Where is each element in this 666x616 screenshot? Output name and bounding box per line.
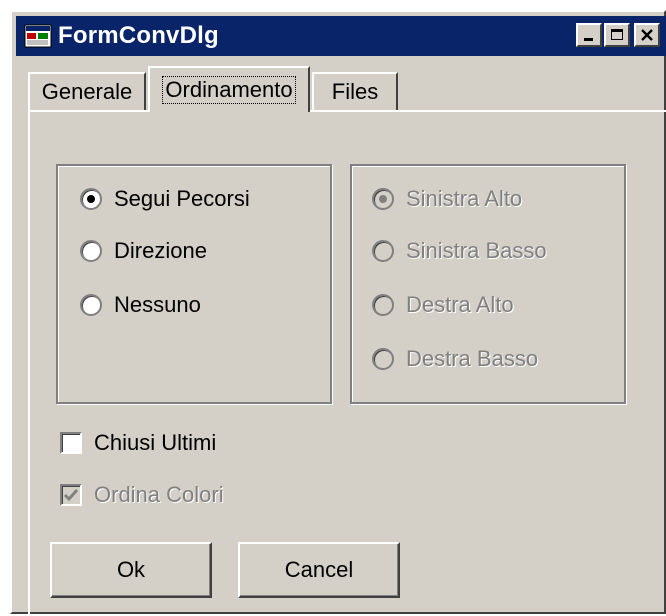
ok-button[interactable]: Ok — [50, 542, 212, 598]
radio-button[interactable] — [80, 240, 102, 262]
radio-label: Segui Pecorsi — [114, 186, 250, 211]
tab-ordinamento[interactable]: Ordinamento — [148, 66, 310, 112]
radio-button[interactable] — [80, 188, 102, 210]
dialog-window: FormConvDlg Generale Ordinamento Files S… — [10, 10, 666, 616]
radio-destra-alto[interactable]: Destra Alto — [372, 292, 514, 318]
close-button[interactable] — [634, 23, 660, 47]
checkbox-box[interactable] — [60, 484, 82, 506]
tab-files[interactable]: Files — [312, 72, 398, 110]
radio-segui-pecorsi[interactable]: Segui Pecorsi — [80, 186, 250, 212]
radio-destra-basso[interactable]: Destra Basso — [372, 346, 538, 372]
radio-label: Destra Alto — [406, 292, 514, 317]
checkbox-label: Ordina Colori — [94, 482, 224, 507]
tab-label: Ordinamento — [162, 76, 296, 104]
minimize-button[interactable] — [576, 23, 602, 47]
radio-button[interactable] — [372, 348, 394, 370]
maximize-icon — [611, 29, 623, 40]
radio-dot — [379, 195, 387, 203]
radio-button[interactable] — [372, 240, 394, 262]
radio-nessuno[interactable]: Nessuno — [80, 292, 201, 318]
window-title: FormConvDlg — [58, 22, 219, 49]
checkbox-ordina-colori[interactable]: Ordina Colori — [60, 482, 224, 508]
close-icon — [641, 29, 653, 41]
radio-label: Destra Basso — [406, 346, 539, 371]
tab-label: Generale — [41, 79, 133, 104]
tab-generale[interactable]: Generale — [28, 72, 146, 110]
radio-label: Direzione — [114, 238, 207, 263]
checkbox-box[interactable] — [60, 432, 82, 454]
cancel-button[interactable]: Cancel — [238, 542, 400, 598]
tab-page-ordinamento: Segui Pecorsi Direzione Nessuno Sinistra… — [28, 110, 666, 616]
cancel-button-label: Cancel — [284, 557, 354, 582]
checkbox-label: Chiusi Ultimi — [94, 430, 217, 455]
radio-direzione[interactable]: Direzione — [80, 238, 207, 264]
radio-label: Nessuno — [114, 292, 201, 317]
checkmark-icon — [63, 489, 79, 502]
maximize-button[interactable] — [604, 23, 630, 47]
radio-button[interactable] — [372, 294, 394, 316]
radio-button[interactable] — [80, 294, 102, 316]
radio-button[interactable] — [372, 188, 394, 210]
radio-label: Sinistra Basso — [406, 238, 547, 263]
radio-label: Sinistra Alto — [406, 186, 523, 211]
tab-label: Files — [331, 79, 379, 104]
title-bar[interactable]: FormConvDlg — [16, 16, 666, 56]
radio-sinistra-alto[interactable]: Sinistra Alto — [372, 186, 522, 212]
radio-dot — [87, 195, 95, 203]
radio-sinistra-basso[interactable]: Sinistra Basso — [372, 238, 547, 264]
checkbox-chiusi-ultimi[interactable]: Chiusi Ultimi — [60, 430, 216, 456]
ok-button-label: Ok — [116, 557, 146, 582]
app-window-icon — [24, 24, 52, 48]
minimize-icon — [584, 38, 593, 41]
